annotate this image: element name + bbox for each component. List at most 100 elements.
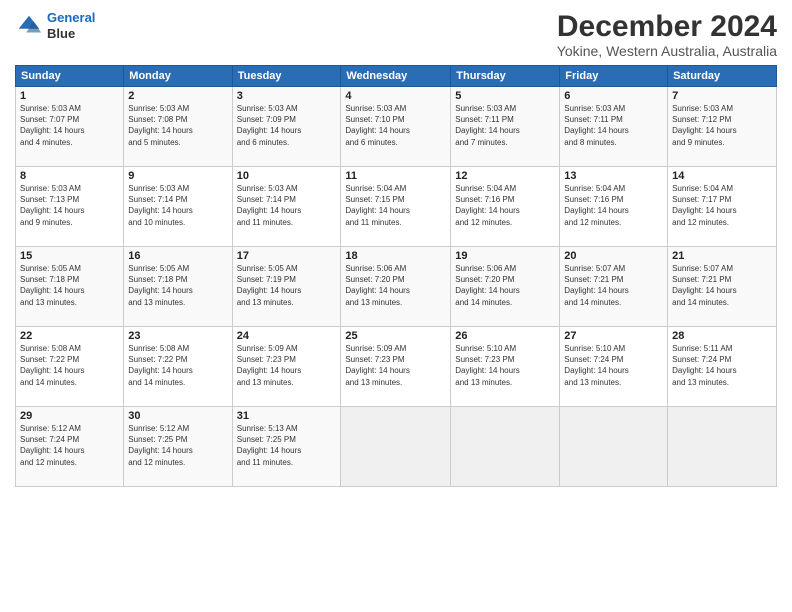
- day-info: Sunrise: 5:03 AMSunset: 7:14 PMDaylight:…: [128, 183, 227, 228]
- day-number: 14: [672, 170, 772, 182]
- day-number: 9: [128, 170, 227, 182]
- calendar-table: Sunday Monday Tuesday Wednesday Thursday…: [15, 65, 777, 487]
- day-cell: 16Sunrise: 5:05 AMSunset: 7:18 PMDayligh…: [124, 247, 232, 327]
- title-block: December 2024 Yokine, Western Australia,…: [557, 10, 777, 59]
- day-number: 7: [672, 90, 772, 102]
- day-info: Sunrise: 5:03 AMSunset: 7:07 PMDaylight:…: [20, 103, 119, 148]
- day-cell: 9Sunrise: 5:03 AMSunset: 7:14 PMDaylight…: [124, 167, 232, 247]
- day-info: Sunrise: 5:03 AMSunset: 7:10 PMDaylight:…: [345, 103, 446, 148]
- day-number: 1: [20, 90, 119, 102]
- day-number: 21: [672, 250, 772, 262]
- day-number: 8: [20, 170, 119, 182]
- day-number: 2: [128, 90, 227, 102]
- day-cell: [560, 407, 668, 487]
- day-cell: 30Sunrise: 5:12 AMSunset: 7:25 PMDayligh…: [124, 407, 232, 487]
- logo: General Blue: [15, 10, 95, 41]
- header-monday: Monday: [124, 66, 232, 87]
- day-cell: 14Sunrise: 5:04 AMSunset: 7:17 PMDayligh…: [668, 167, 777, 247]
- day-cell: 28Sunrise: 5:11 AMSunset: 7:24 PMDayligh…: [668, 327, 777, 407]
- day-info: Sunrise: 5:04 AMSunset: 7:16 PMDaylight:…: [564, 183, 663, 228]
- day-info: Sunrise: 5:03 AMSunset: 7:12 PMDaylight:…: [672, 103, 772, 148]
- day-cell: 11Sunrise: 5:04 AMSunset: 7:15 PMDayligh…: [341, 167, 451, 247]
- day-info: Sunrise: 5:04 AMSunset: 7:16 PMDaylight:…: [455, 183, 555, 228]
- day-info: Sunrise: 5:04 AMSunset: 7:15 PMDaylight:…: [345, 183, 446, 228]
- day-info: Sunrise: 5:03 AMSunset: 7:11 PMDaylight:…: [564, 103, 663, 148]
- day-cell: 19Sunrise: 5:06 AMSunset: 7:20 PMDayligh…: [451, 247, 560, 327]
- day-info: Sunrise: 5:08 AMSunset: 7:22 PMDaylight:…: [20, 343, 119, 388]
- week-row-2: 8Sunrise: 5:03 AMSunset: 7:13 PMDaylight…: [16, 167, 777, 247]
- day-cell: 6Sunrise: 5:03 AMSunset: 7:11 PMDaylight…: [560, 87, 668, 167]
- day-info: Sunrise: 5:05 AMSunset: 7:18 PMDaylight:…: [20, 263, 119, 308]
- day-cell: 15Sunrise: 5:05 AMSunset: 7:18 PMDayligh…: [16, 247, 124, 327]
- day-number: 15: [20, 250, 119, 262]
- logo-icon: [15, 12, 43, 40]
- day-number: 20: [564, 250, 663, 262]
- day-cell: 1Sunrise: 5:03 AMSunset: 7:07 PMDaylight…: [16, 87, 124, 167]
- day-info: Sunrise: 5:03 AMSunset: 7:08 PMDaylight:…: [128, 103, 227, 148]
- day-info: Sunrise: 5:10 AMSunset: 7:24 PMDaylight:…: [564, 343, 663, 388]
- page-header: General Blue December 2024 Yokine, Weste…: [15, 10, 777, 59]
- day-info: Sunrise: 5:11 AMSunset: 7:24 PMDaylight:…: [672, 343, 772, 388]
- day-cell: [341, 407, 451, 487]
- day-cell: 17Sunrise: 5:05 AMSunset: 7:19 PMDayligh…: [232, 247, 341, 327]
- day-info: Sunrise: 5:03 AMSunset: 7:09 PMDaylight:…: [237, 103, 337, 148]
- day-cell: 29Sunrise: 5:12 AMSunset: 7:24 PMDayligh…: [16, 407, 124, 487]
- day-cell: 25Sunrise: 5:09 AMSunset: 7:23 PMDayligh…: [341, 327, 451, 407]
- day-cell: 13Sunrise: 5:04 AMSunset: 7:16 PMDayligh…: [560, 167, 668, 247]
- day-number: 11: [345, 170, 446, 182]
- day-number: 10: [237, 170, 337, 182]
- day-cell: 26Sunrise: 5:10 AMSunset: 7:23 PMDayligh…: [451, 327, 560, 407]
- day-cell: 7Sunrise: 5:03 AMSunset: 7:12 PMDaylight…: [668, 87, 777, 167]
- day-cell: 10Sunrise: 5:03 AMSunset: 7:14 PMDayligh…: [232, 167, 341, 247]
- day-cell: 3Sunrise: 5:03 AMSunset: 7:09 PMDaylight…: [232, 87, 341, 167]
- week-row-5: 29Sunrise: 5:12 AMSunset: 7:24 PMDayligh…: [16, 407, 777, 487]
- day-info: Sunrise: 5:07 AMSunset: 7:21 PMDaylight:…: [672, 263, 772, 308]
- day-number: 28: [672, 330, 772, 342]
- day-info: Sunrise: 5:04 AMSunset: 7:17 PMDaylight:…: [672, 183, 772, 228]
- day-info: Sunrise: 5:09 AMSunset: 7:23 PMDaylight:…: [345, 343, 446, 388]
- day-cell: 20Sunrise: 5:07 AMSunset: 7:21 PMDayligh…: [560, 247, 668, 327]
- day-info: Sunrise: 5:12 AMSunset: 7:25 PMDaylight:…: [128, 423, 227, 468]
- day-info: Sunrise: 5:09 AMSunset: 7:23 PMDaylight:…: [237, 343, 337, 388]
- day-number: 29: [20, 410, 119, 422]
- day-number: 4: [345, 90, 446, 102]
- day-number: 24: [237, 330, 337, 342]
- day-number: 17: [237, 250, 337, 262]
- day-cell: 27Sunrise: 5:10 AMSunset: 7:24 PMDayligh…: [560, 327, 668, 407]
- day-number: 30: [128, 410, 227, 422]
- day-number: 22: [20, 330, 119, 342]
- day-number: 18: [345, 250, 446, 262]
- day-info: Sunrise: 5:10 AMSunset: 7:23 PMDaylight:…: [455, 343, 555, 388]
- day-cell: 8Sunrise: 5:03 AMSunset: 7:13 PMDaylight…: [16, 167, 124, 247]
- day-info: Sunrise: 5:03 AMSunset: 7:11 PMDaylight:…: [455, 103, 555, 148]
- day-info: Sunrise: 5:07 AMSunset: 7:21 PMDaylight:…: [564, 263, 663, 308]
- day-number: 6: [564, 90, 663, 102]
- day-number: 12: [455, 170, 555, 182]
- day-cell: 24Sunrise: 5:09 AMSunset: 7:23 PMDayligh…: [232, 327, 341, 407]
- week-row-3: 15Sunrise: 5:05 AMSunset: 7:18 PMDayligh…: [16, 247, 777, 327]
- day-number: 13: [564, 170, 663, 182]
- day-info: Sunrise: 5:06 AMSunset: 7:20 PMDaylight:…: [345, 263, 446, 308]
- day-cell: 12Sunrise: 5:04 AMSunset: 7:16 PMDayligh…: [451, 167, 560, 247]
- week-row-1: 1Sunrise: 5:03 AMSunset: 7:07 PMDaylight…: [16, 87, 777, 167]
- header-wednesday: Wednesday: [341, 66, 451, 87]
- day-cell: 4Sunrise: 5:03 AMSunset: 7:10 PMDaylight…: [341, 87, 451, 167]
- day-number: 5: [455, 90, 555, 102]
- day-number: 25: [345, 330, 446, 342]
- header-tuesday: Tuesday: [232, 66, 341, 87]
- day-info: Sunrise: 5:08 AMSunset: 7:22 PMDaylight:…: [128, 343, 227, 388]
- day-cell: [668, 407, 777, 487]
- weekday-header-row: Sunday Monday Tuesday Wednesday Thursday…: [16, 66, 777, 87]
- header-sunday: Sunday: [16, 66, 124, 87]
- day-info: Sunrise: 5:12 AMSunset: 7:24 PMDaylight:…: [20, 423, 119, 468]
- day-info: Sunrise: 5:03 AMSunset: 7:13 PMDaylight:…: [20, 183, 119, 228]
- day-cell: 5Sunrise: 5:03 AMSunset: 7:11 PMDaylight…: [451, 87, 560, 167]
- day-cell: 21Sunrise: 5:07 AMSunset: 7:21 PMDayligh…: [668, 247, 777, 327]
- day-number: 27: [564, 330, 663, 342]
- logo-text: General Blue: [47, 10, 95, 41]
- day-number: 26: [455, 330, 555, 342]
- day-cell: 2Sunrise: 5:03 AMSunset: 7:08 PMDaylight…: [124, 87, 232, 167]
- day-cell: 18Sunrise: 5:06 AMSunset: 7:20 PMDayligh…: [341, 247, 451, 327]
- header-thursday: Thursday: [451, 66, 560, 87]
- day-number: 23: [128, 330, 227, 342]
